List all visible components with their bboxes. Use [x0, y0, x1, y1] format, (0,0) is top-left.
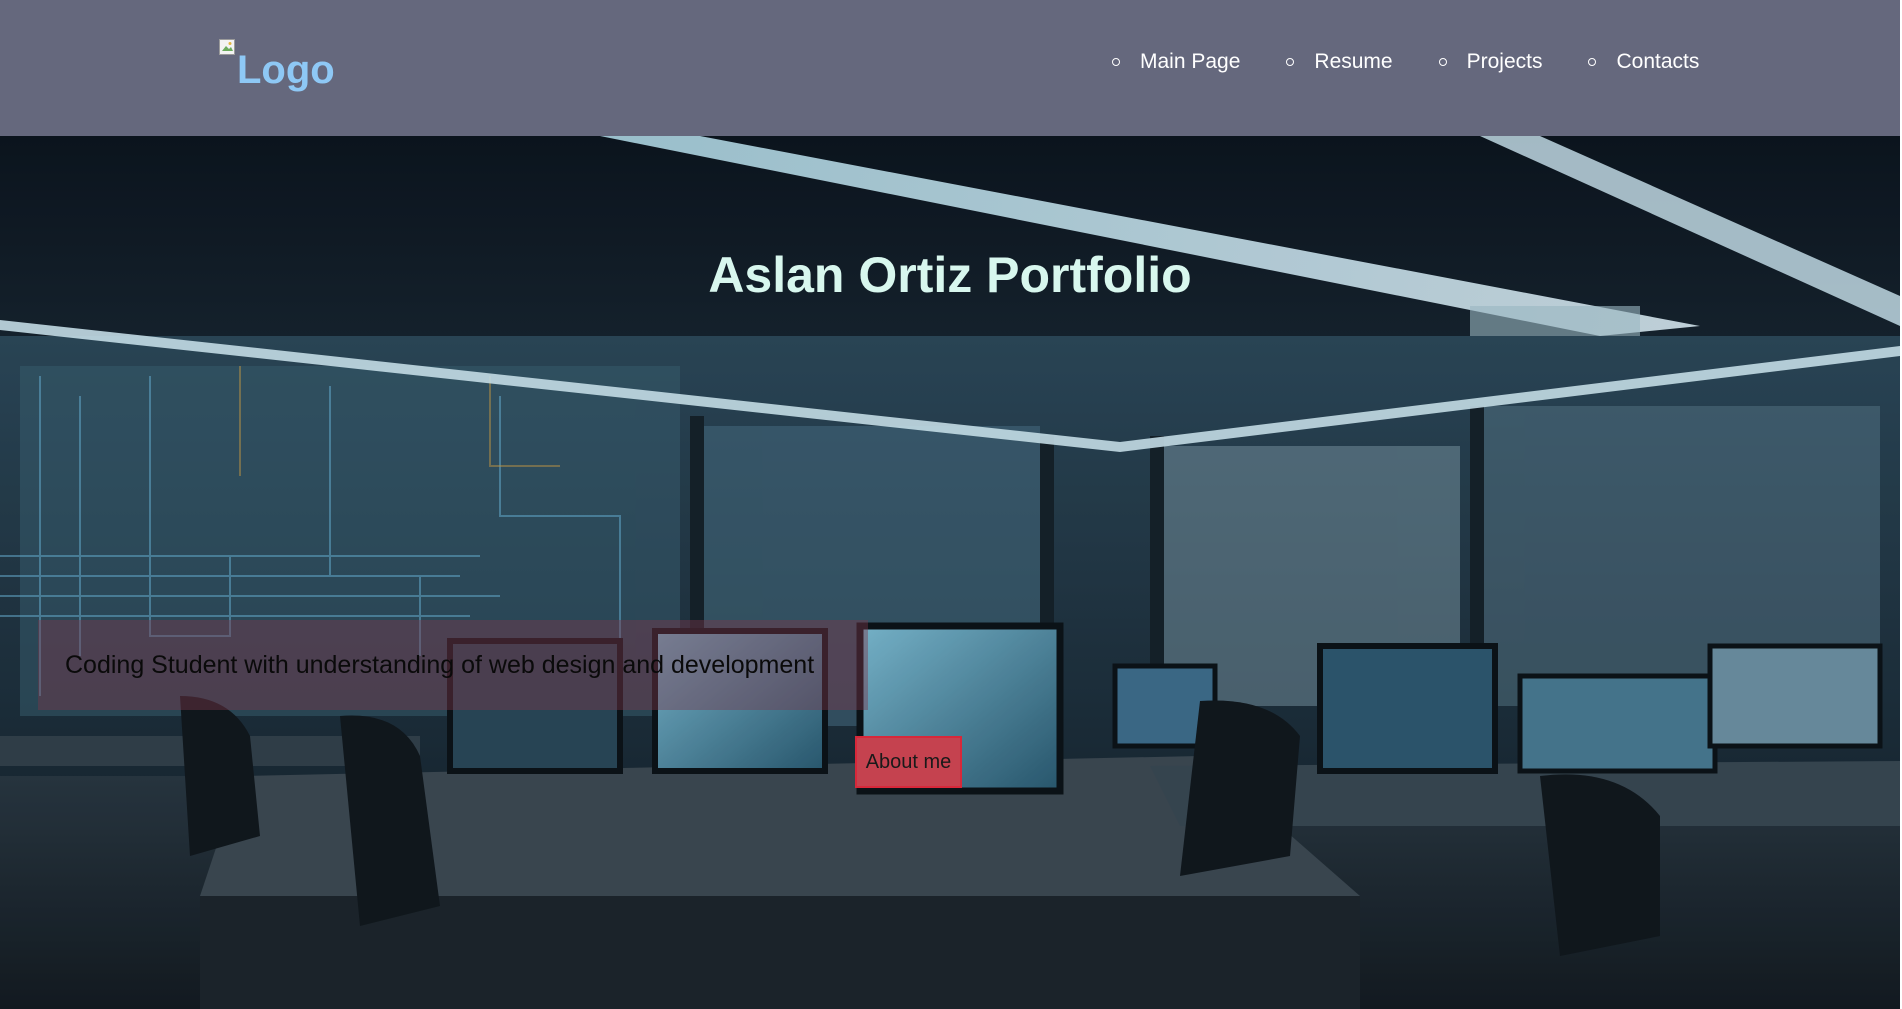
nav-label: Main Page: [1140, 50, 1241, 73]
hero-section: Aslan Ortiz Portfolio Coding Student wit…: [0, 136, 1900, 1009]
nav-main-page[interactable]: Main Page: [1112, 50, 1240, 74]
about-me-button[interactable]: About me: [855, 736, 962, 788]
circle-bullet-icon: [1112, 58, 1120, 66]
circle-bullet-icon: [1588, 58, 1597, 66]
circle-bullet-icon: [1286, 58, 1295, 66]
page-title: Aslan Ortiz Portfolio: [708, 247, 1192, 303]
broken-image-icon: [219, 39, 239, 57]
logo-link[interactable]: Logo: [219, 36, 335, 92]
tagline-box: Coding Student with understanding of web…: [38, 620, 868, 710]
logo-alt-text: Logo: [237, 48, 335, 92]
nav-label: Projects: [1466, 50, 1543, 73]
tagline-text: Coding Student with understanding of web…: [65, 650, 815, 679]
nav-label: Resume: [1314, 50, 1393, 73]
nav-projects[interactable]: Projects: [1438, 50, 1543, 74]
main-nav: Main Page Resume Projects Contacts: [1112, 50, 1699, 74]
nav-contacts[interactable]: Contacts: [1588, 50, 1699, 74]
circle-bullet-icon: [1438, 58, 1447, 66]
page: Logo Main Page Resume Projects Contacts: [0, 0, 1902, 1009]
nav-label: Contacts: [1616, 50, 1700, 73]
nav-resume[interactable]: Resume: [1286, 50, 1393, 74]
site-header: Logo Main Page Resume Projects Contacts: [0, 0, 1902, 136]
